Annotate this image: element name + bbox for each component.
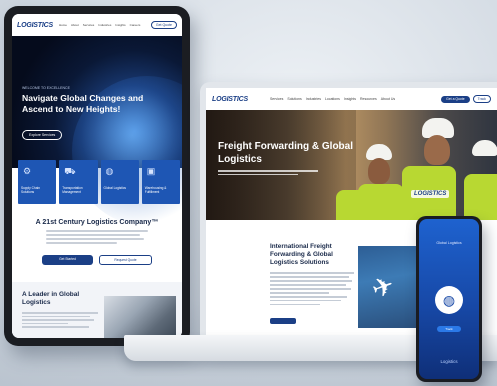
laptop-section-button[interactable]: [270, 318, 296, 324]
laptop-hero: Freight Forwarding & Global Logistics LO…: [206, 110, 497, 220]
gear-icon: ⚙: [23, 166, 32, 176]
phone-screen: Global Logistics ◍ Track Logistics: [419, 219, 479, 379]
laptop-hero-subtitle: [218, 170, 318, 177]
laptop-nav-link[interactable]: About Us: [381, 97, 395, 101]
laptop-track-button[interactable]: Track: [472, 95, 491, 103]
globe-icon[interactable]: ◍: [435, 286, 463, 314]
laptop-quote-button[interactable]: Get a Quote: [441, 95, 470, 103]
phone-device: Global Logistics ◍ Track Logistics: [416, 216, 482, 382]
service-card[interactable]: ◍ Global Logistics: [100, 160, 139, 204]
airplane-icon: ✈: [367, 269, 399, 305]
tablet-hero-kicker: WELCOME TO EXCELLENCE: [22, 86, 70, 90]
tablet-section-text: [46, 230, 148, 246]
get-started-button[interactable]: Get Started: [42, 255, 93, 265]
tablet-nav-links: Home About Services Industries Insights …: [59, 23, 140, 27]
laptop-nav: LOGISTICS Services Solutions Industries …: [206, 88, 497, 110]
laptop-hero-title: Freight Forwarding & Global Logistics: [218, 141, 353, 165]
vest-logo: LOGISTICS: [411, 190, 450, 198]
worker-figure: [464, 174, 497, 220]
worker-figure: [424, 135, 450, 165]
tablet-section-title: A 21st Century Logistics Company™: [35, 219, 159, 226]
tablet-nav-link[interactable]: Home: [59, 23, 67, 27]
laptop-nav-actions: Get a Quote Track: [441, 95, 491, 103]
laptop-section-text: [270, 272, 354, 308]
tablet-nav-link[interactable]: Services: [83, 23, 95, 27]
request-quote-button[interactable]: Request Quote: [99, 255, 152, 265]
tablet-service-cards: ⚙ Supply Chain Solutions ⛟ Transportatio…: [18, 160, 180, 204]
leader-text: [22, 312, 98, 330]
helmet-shape: [472, 140, 497, 156]
service-card-label: Transportation Management: [62, 186, 83, 194]
globe-icon: ◍: [105, 166, 114, 176]
laptop-section-title: International Freight Forwarding & Globa…: [270, 243, 333, 266]
laptop-nav-link[interactable]: Solutions: [287, 97, 301, 101]
service-card[interactable]: ⚙ Supply Chain Solutions: [18, 160, 57, 204]
service-card-label: Supply Chain Solutions: [21, 186, 40, 194]
tablet-nav-link[interactable]: Industries: [98, 23, 111, 27]
leader-title: A Leader in Global Logistics: [22, 291, 80, 306]
airplane-image: ✈: [358, 246, 420, 328]
tablet-nav-link[interactable]: About: [71, 23, 79, 27]
tablet-hero-title: Navigate Global Changes and Ascend to Ne…: [22, 93, 144, 114]
tablet-hero-button[interactable]: Explore Services: [22, 130, 63, 140]
tablet-nav: LOGISTICS Home About Services Industries…: [12, 14, 182, 36]
truck-icon: ⛟: [64, 166, 76, 176]
laptop-nav-links: Services Solutions Industries Locations …: [270, 97, 395, 101]
worker-figure: [368, 158, 390, 184]
laptop-nav-link[interactable]: Resources: [360, 97, 377, 101]
tablet-device: LOGISTICS Home About Services Industries…: [4, 6, 190, 346]
laptop-nav-link[interactable]: Services: [270, 97, 283, 101]
phone-track-button[interactable]: Track: [437, 326, 461, 332]
wind-turbine-image: [104, 296, 176, 338]
service-card-label: Warehousing & Fulfillment: [144, 186, 167, 194]
service-card[interactable]: ⛟ Transportation Management: [59, 160, 98, 204]
phone-footer: Logistics: [440, 359, 458, 364]
worker-figure: [358, 184, 404, 220]
tablet-section-buttons: Get Started Request Quote: [42, 255, 152, 265]
tablet-leader-section: A Leader in Global Logistics: [12, 282, 182, 338]
service-card-label: Global Logistics: [103, 186, 127, 190]
laptop-logo[interactable]: LOGISTICS: [212, 96, 248, 103]
service-card[interactable]: ▣ Warehousing & Fulfillment: [141, 160, 180, 204]
laptop-nav-link[interactable]: Industries: [306, 97, 321, 101]
laptop-nav-link[interactable]: Locations: [325, 97, 340, 101]
laptop-nav-link[interactable]: Insights: [344, 97, 356, 101]
tablet-logo[interactable]: LOGISTICS: [17, 22, 53, 29]
box-icon: ▣: [146, 166, 156, 176]
phone-title: Global Logistics: [436, 241, 462, 245]
tablet-nav-link[interactable]: Careers: [130, 23, 141, 27]
tablet-screen: LOGISTICS Home About Services Industries…: [12, 14, 182, 338]
tablet-quote-button[interactable]: Get Quote: [150, 21, 177, 29]
tablet-nav-link[interactable]: Insights: [115, 23, 125, 27]
tablet-hero: WELCOME TO EXCELLENCE Navigate Global Ch…: [12, 36, 182, 226]
